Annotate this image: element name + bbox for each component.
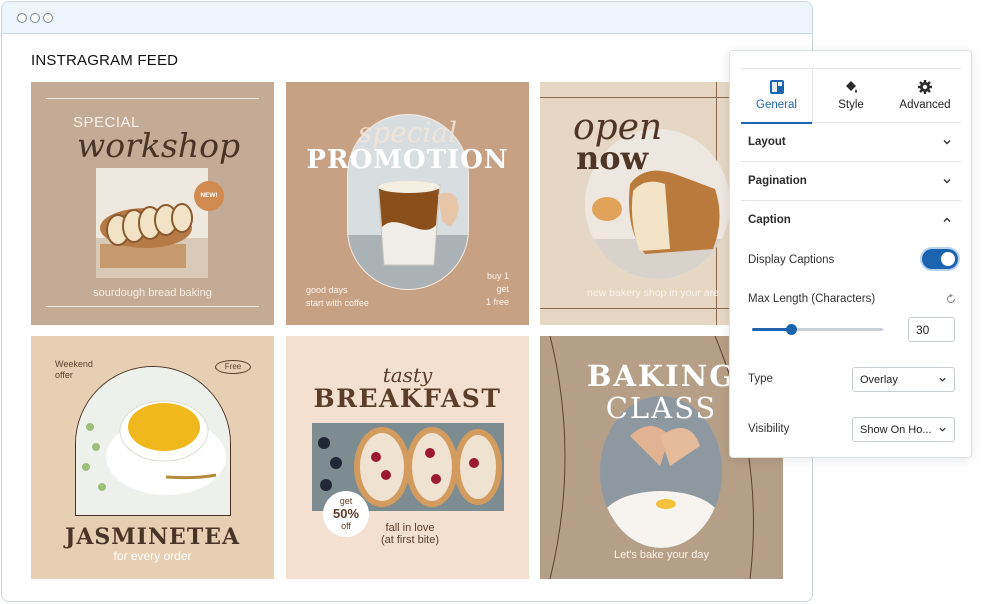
section-label: Pagination <box>748 175 807 187</box>
tab-general[interactable]: General <box>741 69 812 124</box>
post-right-text-line: 1 free <box>485 297 509 307</box>
discount-badge-line: off <box>341 521 351 531</box>
window-close-dot[interactable] <box>17 13 27 23</box>
section-label: Caption <box>748 214 791 226</box>
post-subtitle: for every order <box>113 549 192 563</box>
feed-post-jasmine[interactable]: Weekend offer Free JASMINETEA for every … <box>31 336 274 579</box>
post-corner-text-line: offer <box>55 370 73 380</box>
visibility-select[interactable]: Show On Ho... <box>852 417 955 442</box>
bread-photo <box>96 168 208 278</box>
tab-label: Style <box>838 99 864 111</box>
post-caption: fall in love (at first bite) <box>366 522 454 546</box>
post-heading: JASMINETEA <box>64 524 241 550</box>
tea-photo <box>75 366 231 516</box>
window-titlebar <box>2 2 812 34</box>
post-corner-text: Weekend offer <box>55 359 93 381</box>
visibility-label: Visibility <box>748 423 790 435</box>
tab-style[interactable]: Style <box>813 69 889 123</box>
browser-window: INSTRAGRAM FEED SPECIAL workshop NEW! so… <box>1 1 813 602</box>
panel-tabs: General Style Advanced <box>741 68 961 124</box>
max-length-slider[interactable] <box>752 324 883 335</box>
discount-badge-line: get <box>339 496 353 506</box>
chevron-down-icon <box>943 179 951 184</box>
new-badge: NEW! <box>194 181 224 211</box>
post-heading: BREAKFAST <box>313 384 502 413</box>
page-title: INSTRAGRAM FEED <box>31 52 179 69</box>
gear-icon <box>918 80 932 94</box>
post-heading: PROMOTION <box>306 145 509 175</box>
post-caption-line: (at first bite) <box>380 534 440 546</box>
tab-label: Advanced <box>899 99 951 111</box>
free-badge: Free <box>215 360 251 374</box>
discount-badge-value: 50% <box>332 506 360 521</box>
tab-label: General <box>756 99 797 111</box>
post-caption: new bakery shop in your are <box>587 287 719 299</box>
display-captions-label: Display Captions <box>748 254 835 266</box>
reset-icon[interactable] <box>946 294 956 304</box>
chevron-down-icon <box>943 140 951 145</box>
section-layout[interactable]: Layout <box>741 123 961 162</box>
display-captions-toggle[interactable] <box>922 249 958 269</box>
window-maximize-dot[interactable] <box>43 13 53 23</box>
slider-thumb[interactable] <box>786 324 797 335</box>
post-left-text-line: good days <box>306 285 348 295</box>
tab-advanced[interactable]: Advanced <box>889 69 961 123</box>
discount-badge: get 50% off <box>323 491 369 537</box>
post-left-text-line: start with coffee <box>306 298 369 308</box>
post-right-text-line: get <box>496 284 509 294</box>
toggle-knob <box>941 252 955 266</box>
feed-post-workshop[interactable]: SPECIAL workshop NEW! sourdough bread ba… <box>31 82 274 325</box>
type-label: Type <box>748 373 773 385</box>
post-caption: Let's bake your day <box>613 549 710 561</box>
chevron-down-icon <box>939 377 946 382</box>
type-select[interactable]: Overlay <box>852 367 955 392</box>
feed-post-breakfast[interactable]: tasty BREAKFAST get 50% off fall in love… <box>286 336 529 579</box>
window-minimize-dot[interactable] <box>30 13 40 23</box>
settings-panel: General Style Advanced Layout Pagination… <box>729 50 972 458</box>
post-caption: sourdough bread baking <box>93 287 212 299</box>
visibility-select-value: Show On Ho... <box>860 424 932 436</box>
post-corner-text-line: Weekend <box>55 359 93 369</box>
layout-icon <box>769 80 784 94</box>
frame-line-top <box>46 98 259 99</box>
post-caption-line: fall in love <box>385 522 435 534</box>
post-right-text: buy 1 get 1 free <box>486 270 509 309</box>
section-caption[interactable]: Caption <box>741 201 961 240</box>
paint-bucket-icon <box>846 81 857 93</box>
chevron-up-icon <box>943 217 951 222</box>
post-right-text-line: buy 1 <box>486 271 509 281</box>
frame-line-bottom <box>46 306 259 307</box>
max-length-input[interactable]: 30 <box>908 317 955 342</box>
section-pagination[interactable]: Pagination <box>741 162 961 201</box>
feed-post-promotion[interactable]: special PROMOTION good days start with c… <box>286 82 529 325</box>
post-heading-script: workshop <box>77 126 241 165</box>
type-select-value: Overlay <box>860 374 898 386</box>
post-heading: now <box>576 139 649 177</box>
post-left-text: good days start with coffee <box>306 284 369 310</box>
chevron-down-icon <box>939 427 946 432</box>
max-length-label: Max Length (Characters) <box>748 293 876 305</box>
section-label: Layout <box>748 136 786 148</box>
